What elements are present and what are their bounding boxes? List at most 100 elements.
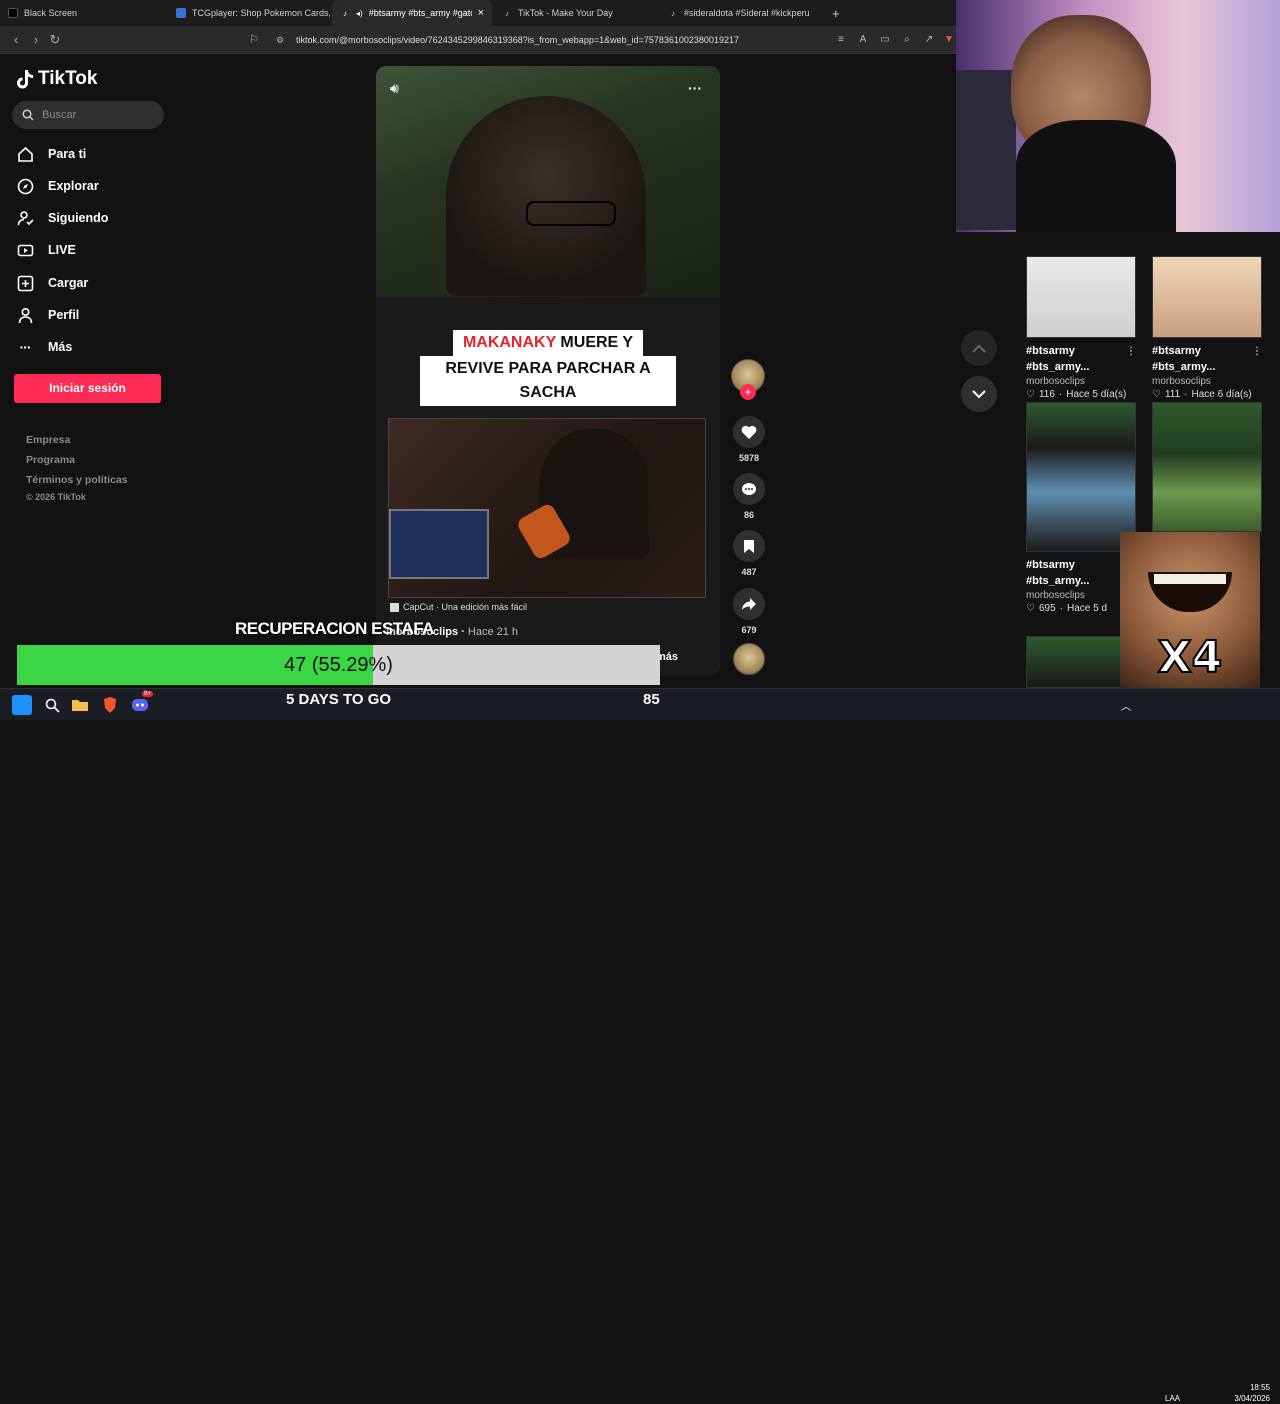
goal-title: RECUPERACION ESTAFA	[235, 619, 434, 638]
file-explorer-icon[interactable]	[70, 695, 90, 715]
next-video-button[interactable]	[961, 376, 997, 412]
system-clock[interactable]: 18:55 3/04/2026	[1226, 1382, 1270, 1404]
discord-icon[interactable]: 9+	[130, 691, 153, 715]
capcut-text: CapCut · Una edición más fácil	[403, 602, 528, 612]
nav-label: Más	[48, 340, 73, 354]
capcut-label[interactable]: CapCut · Una edición más fácil	[390, 602, 527, 612]
reader-icon[interactable]: ≡	[834, 33, 848, 47]
back-icon[interactable]: ‹	[8, 32, 24, 48]
share-icon[interactable]: ↗	[922, 33, 936, 47]
nav-perfil[interactable]: Perfil	[16, 306, 79, 324]
video-thumbnail[interactable]	[1026, 256, 1136, 338]
chevron-up-icon	[972, 344, 986, 353]
heart-icon[interactable]	[733, 416, 765, 448]
tab-black-screen[interactable]: Black Screen	[0, 0, 168, 26]
black-square-icon	[8, 8, 18, 18]
share-icon[interactable]	[733, 588, 765, 620]
video-thumbnail[interactable]	[1026, 402, 1136, 552]
options-icon[interactable]: ···	[688, 80, 702, 96]
tab-sideraldota[interactable]: ♪ #sideraldota #Sideral #kickperu | side	[660, 0, 820, 26]
laptop-screen	[389, 509, 489, 579]
nav-cargar[interactable]: Cargar	[16, 274, 88, 292]
nav-label: Perfil	[48, 308, 80, 322]
volume-icon[interactable]: 🔊︎	[390, 80, 399, 97]
goal-progress-text: 47 (55.29%)	[284, 654, 393, 676]
goal-count: 85	[643, 691, 660, 708]
video-thumbnail[interactable]	[1152, 256, 1262, 338]
save-button[interactable]: 487	[731, 530, 767, 577]
url-field[interactable]: ⚙ tiktok.com/@morbosoclips/video/7624345…	[272, 30, 832, 50]
related-card[interactable]	[1152, 402, 1266, 532]
copyright: © 2026 TikTok	[26, 492, 86, 502]
meme-multiplier: X4	[1157, 631, 1224, 684]
share-button[interactable]: 679	[731, 588, 767, 635]
nav-mas[interactable]: ··· Más	[16, 338, 73, 356]
more-icon: ···	[19, 339, 32, 355]
nav-label: LIVE	[48, 243, 76, 257]
nav-para-ti[interactable]: Para ti	[16, 145, 86, 163]
nav-explorar[interactable]: Explorar	[16, 177, 99, 195]
live-icon	[16, 241, 34, 259]
streamer-shirt	[1016, 120, 1176, 232]
like-button[interactable]: 5878	[731, 416, 767, 463]
bookmark-icon[interactable]: ⚐	[246, 32, 262, 48]
new-tab-button[interactable]: +	[824, 0, 844, 26]
bookmark-icon[interactable]	[733, 530, 765, 562]
comment-icon[interactable]	[733, 473, 765, 505]
app-icon[interactable]	[12, 695, 32, 715]
brave-browser-icon[interactable]	[100, 695, 120, 715]
previous-video-button[interactable]	[961, 330, 997, 366]
language-indicator[interactable]: LAA	[1165, 1394, 1180, 1403]
tiktok-logo[interactable]: TikTok	[16, 68, 97, 90]
nav-live[interactable]: LIVE	[16, 241, 76, 259]
creator-avatar[interactable]: +	[731, 359, 767, 400]
video-player[interactable]: 🔊︎ ··· MAKANAKY MUERE Y REVIVE PARA PARC…	[376, 66, 720, 676]
nav-siguiendo[interactable]: Siguiendo	[16, 209, 108, 227]
footer-link-terminos[interactable]: Términos y políticas	[26, 474, 128, 486]
music-disc-icon[interactable]	[733, 643, 765, 675]
heart-outline-icon: ♡	[1026, 603, 1035, 614]
footer-link-empresa[interactable]: Empresa	[26, 434, 70, 446]
card-author[interactable]: morbosoclips	[1152, 376, 1266, 387]
chevron-up-icon[interactable]: ︿	[1116, 695, 1136, 715]
card-author[interactable]: morbosoclips	[1026, 376, 1140, 387]
tab-tiktok-home[interactable]: ♪ TikTok - Make Your Day	[494, 0, 658, 26]
related-card[interactable]: #btsarmy #bts_army... morbosoclips ♡ 116 · H…	[1026, 256, 1140, 400]
search-icon[interactable]	[42, 695, 62, 715]
site-settings-icon[interactable]: ⚙	[276, 30, 284, 50]
reload-icon[interactable]: ↻	[47, 32, 63, 48]
profile-icon	[16, 306, 34, 324]
translate-icon[interactable]: A	[856, 33, 870, 47]
video-thumbnail[interactable]	[1152, 402, 1262, 532]
video-frame-webcam	[376, 66, 720, 297]
card-meta: ♡ 111 · Hace 6 día(s)	[1152, 389, 1252, 400]
nav-label: Explorar	[48, 179, 99, 193]
speaker-icon[interactable]: ◂)	[356, 9, 363, 18]
tiktok-icon: ♪	[343, 8, 347, 18]
card-title[interactable]: #btsarmy #bts_army...	[1152, 343, 1266, 375]
card-options-icon[interactable]: ⋮	[1252, 346, 1262, 357]
tab-tiktok-video[interactable]: ♪ ◂) #btsarmy #bts_army #gatchu + ×	[332, 0, 492, 26]
footer-link-programa[interactable]: Programa	[26, 454, 75, 466]
tab-tcgplayer[interactable]: TCGplayer: Shop Pokemon Cards, Pa	[168, 0, 330, 26]
comment-button[interactable]: 86	[731, 473, 767, 520]
login-button[interactable]: Iniciar sesión	[14, 374, 161, 403]
brave-shield-icon[interactable]: ▼	[942, 33, 956, 47]
tcgplayer-icon	[176, 8, 186, 18]
follow-plus-icon[interactable]: +	[740, 384, 756, 400]
tiktok-icon	[17, 70, 33, 89]
zoom-icon[interactable]: ⌕	[900, 33, 914, 47]
card-title[interactable]: #btsarmy #bts_army...	[1026, 343, 1140, 375]
save-count: 487	[741, 567, 757, 577]
caption-line-1: MAKANAKY MUERE Y	[452, 330, 644, 356]
days-to-go-label: 5 DAYS TO GO	[286, 691, 392, 708]
related-card[interactable]: #btsarmy #bts_army... morbosoclips ♡ 111 · H…	[1152, 256, 1266, 400]
cast-icon[interactable]: ▭	[878, 33, 892, 47]
search-icon	[22, 109, 34, 121]
close-tab-icon[interactable]: ×	[478, 7, 484, 19]
caption-line-2: REVIVE PARA PARCHAR A SACHA	[420, 356, 676, 406]
sound-avatar[interactable]	[731, 643, 767, 675]
search-input[interactable]: Buscar	[12, 101, 164, 129]
card-options-icon[interactable]: ⋮	[1126, 346, 1136, 357]
forward-icon[interactable]: ›	[28, 32, 44, 48]
